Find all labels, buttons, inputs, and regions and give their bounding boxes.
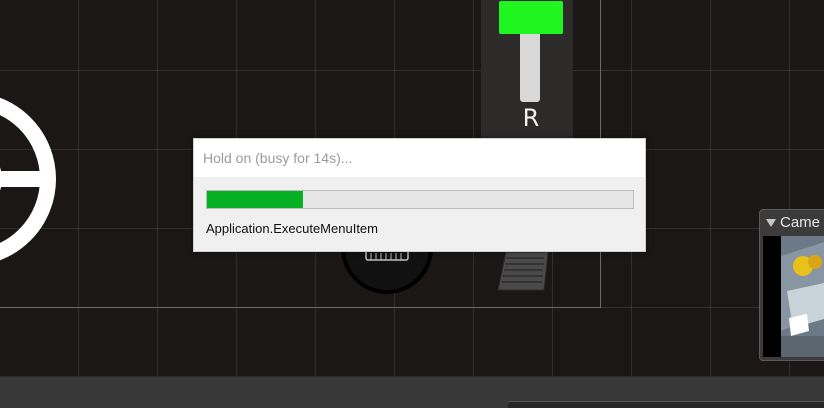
bottom-panel-tab-strip (508, 401, 824, 408)
dialog-titlebar[interactable]: Hold on (busy for 14s)... (194, 139, 645, 177)
triangle-down-icon[interactable] (766, 218, 776, 227)
progress-bar-fill (207, 191, 303, 208)
dialog-status-text: Application.ExecuteMenuItem (206, 221, 378, 236)
camera-window-header[interactable]: Came (760, 210, 824, 235)
gear-shifter-knob[interactable] (499, 1, 563, 34)
gear-label: R (522, 104, 540, 132)
pedal-icon (497, 251, 549, 291)
gear-shifter-rail (520, 34, 540, 102)
progress-dialog: Hold on (busy for 14s)... Application.Ex… (193, 138, 646, 252)
camera-preview-window[interactable]: Came (759, 209, 824, 361)
steering-wheel-icon (0, 97, 56, 261)
camera-window-title: Came (780, 214, 821, 231)
dialog-title: Hold on (busy for 14s)... (203, 150, 353, 166)
camera-preview-image (763, 236, 824, 357)
editor-scene-view[interactable]: R Came Hold on (busy for 14s)... Applica… (0, 0, 824, 408)
progress-bar (206, 190, 634, 209)
